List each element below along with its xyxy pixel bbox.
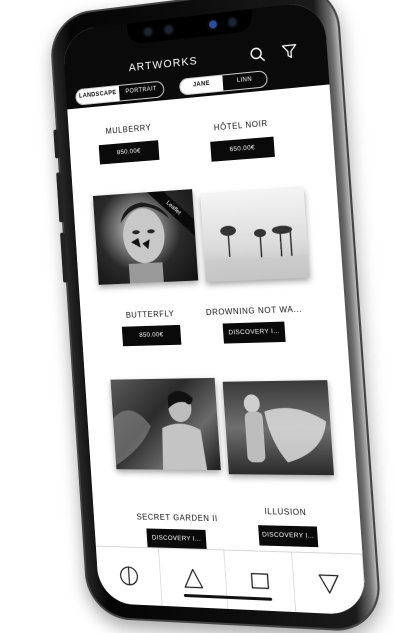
artwork-grid: MULBERRY 850.00€ HÔTEL NOIR 650.00€ Leaf… [67,84,362,554]
phone-mockup: ARTWORKS LANDSCAPE PORTRAIT JANE LINN MU… [0,0,394,633]
price-button[interactable]: 650.00€ [210,136,275,162]
circle-split-icon [118,565,140,587]
square-icon [248,569,271,592]
landscape-option[interactable]: LANDSCAPE [75,85,120,105]
sensor-icon [228,17,237,27]
artwork-image[interactable]: Leaflet [92,189,199,285]
artist-option-linn[interactable]: LINN [222,71,267,90]
phone: ARTWORKS LANDSCAPE PORTRAIT JANE LINN MU… [48,0,383,633]
tab-gallery[interactable] [224,550,297,613]
filter-icon[interactable] [281,44,298,65]
price-button[interactable]: 850.00€ [121,324,182,347]
artwork-title[interactable]: SECRET GARDEN II [134,512,220,524]
triangle-down-icon [316,572,340,596]
page-title: ARTWORKS [128,55,199,75]
tab-profile[interactable] [292,552,367,616]
artwork-title[interactable]: ILLUSION [255,507,316,517]
app-screen: ARTWORKS LANDSCAPE PORTRAIT JANE LINN MU… [62,0,367,616]
artwork-image[interactable] [200,187,310,283]
portrait-option[interactable]: PORTRAIT [119,82,164,101]
camera-icon [208,20,218,29]
artwork-title[interactable]: DROWNING NOT WA... [204,305,304,318]
artwork-title[interactable]: BUTTERFLY [117,309,183,320]
artwork-title[interactable]: MULBERRY [96,122,162,136]
tab-home[interactable] [95,546,163,606]
discovery-button[interactable]: DISCOVERY I... [222,321,286,344]
artwork-image[interactable] [110,377,221,471]
artwork-image[interactable] [222,380,334,476]
artist-option-jane[interactable]: JANE [179,75,224,95]
triangle-up-icon [182,567,205,590]
sensor-icon [143,27,153,37]
sensor-icon [164,25,173,34]
artwork-title[interactable]: HÔTEL NOIR [201,118,281,134]
tab-explore[interactable] [158,548,229,609]
search-icon[interactable] [249,46,266,69]
discovery-button[interactable]: DISCOVERY I... [258,525,319,548]
price-button[interactable]: 850.00€ [98,140,160,165]
